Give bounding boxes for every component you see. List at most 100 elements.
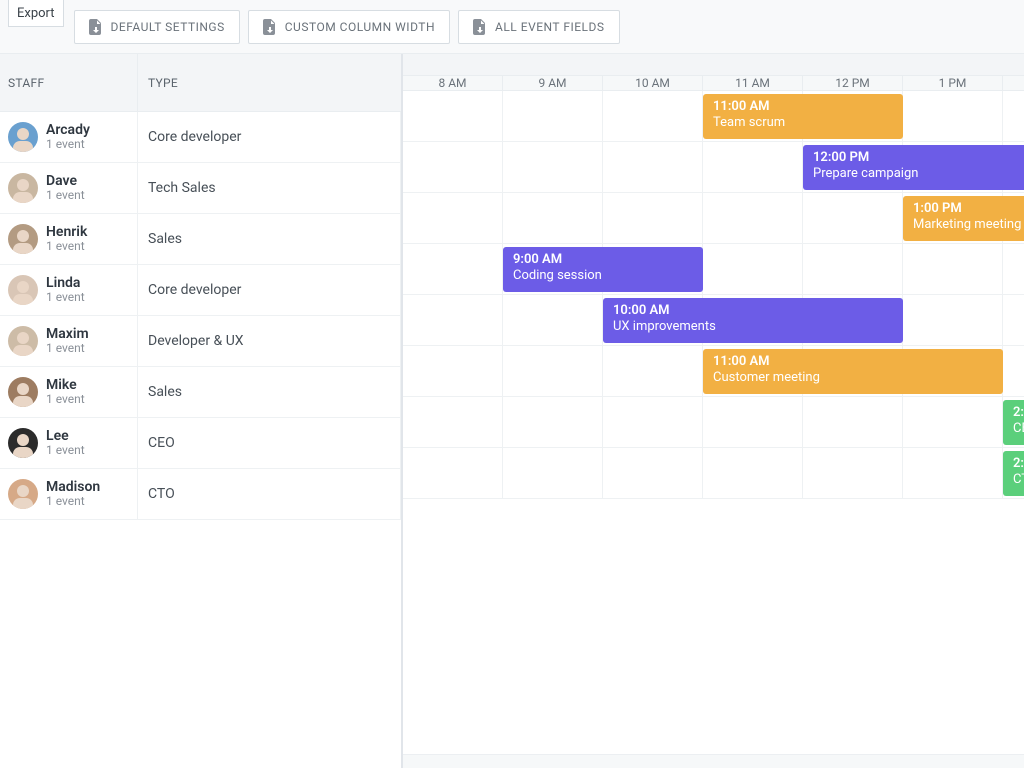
time-header-cell[interactable]: 10 AM: [603, 76, 703, 91]
event[interactable]: 1:00 PMMarketing meeting: [903, 196, 1024, 241]
locked-body: Arcady1 eventCore developerDave1 eventTe…: [0, 112, 401, 520]
staff-cell[interactable]: Arcady1 event: [0, 112, 138, 162]
toolbar: Export DEFAULT SETTINGS CUSTOM COLUMN WI…: [0, 0, 1024, 54]
staff-row: Henrik1 eventSales: [0, 214, 401, 265]
event[interactable]: 2:00 PMCEO briefing: [1003, 400, 1024, 445]
staff-name: Linda: [46, 276, 85, 291]
staff-row: Maxim1 eventDeveloper & UX: [0, 316, 401, 367]
staff-cell[interactable]: Madison1 event: [0, 469, 138, 519]
col-header-staff[interactable]: STAFF: [0, 54, 138, 111]
staff-name: Madison: [46, 480, 100, 495]
staff-name: Lee: [46, 429, 85, 444]
export-icon: [473, 19, 487, 35]
type-cell[interactable]: Core developer: [138, 265, 401, 315]
type-cell[interactable]: Sales: [138, 367, 401, 417]
staff-name: Arcady: [46, 123, 90, 138]
event[interactable]: 11:00 AMCustomer meeting: [703, 349, 1003, 394]
staff-count: 1 event: [46, 240, 87, 253]
default-settings-button[interactable]: DEFAULT SETTINGS: [74, 10, 240, 44]
button-label: ALL EVENT FIELDS: [495, 20, 604, 34]
timeline-row[interactable]: 2:00 PMCTO briefing: [403, 448, 1024, 499]
time-header-cell[interactable]: 12 PM: [803, 76, 903, 91]
avatar: [8, 326, 38, 356]
custom-column-width-button[interactable]: CUSTOM COLUMN WIDTH: [248, 10, 450, 44]
time-header-cell[interactable]: 1 PM: [903, 76, 1003, 91]
staff-count: 1 event: [46, 444, 85, 457]
staff-row: Lee1 eventCEO: [0, 418, 401, 469]
event-time: 12:00 PM: [813, 150, 1024, 166]
type-cell[interactable]: Sales: [138, 214, 401, 264]
event-time: 9:00 AM: [513, 252, 693, 268]
time-header-cell[interactable]: 9 AM: [503, 76, 603, 91]
time-header: 8 AM9 AM10 AM11 AM12 PM1 PM2 PM: [403, 54, 1024, 91]
staff-name: Maxim: [46, 327, 89, 342]
event-time: 10:00 AM: [613, 303, 893, 319]
timeline-row[interactable]: 2:00 PMCEO briefing: [403, 397, 1024, 448]
event-title: Marketing meeting: [913, 217, 1024, 233]
scheduler-grid: STAFF TYPE Arcady1 eventCore developerDa…: [0, 54, 1024, 768]
timeline-row[interactable]: 9:00 AMCoding session: [403, 244, 1024, 295]
staff-count: 1 event: [46, 393, 85, 406]
staff-cell[interactable]: Henrik1 event: [0, 214, 138, 264]
event-title: Prepare campaign: [813, 166, 1024, 182]
staff-name: Henrik: [46, 225, 87, 240]
staff-row: Mike1 eventSales: [0, 367, 401, 418]
staff-name: Mike: [46, 378, 85, 393]
avatar: [8, 275, 38, 305]
export-icon: [263, 19, 277, 35]
event-time: 11:00 AM: [713, 99, 893, 115]
avatar: [8, 173, 38, 203]
time-header-cells: 8 AM9 AM10 AM11 AM12 PM1 PM2 PM: [403, 76, 1024, 91]
event[interactable]: 10:00 AMUX improvements: [603, 298, 903, 343]
staff-row: Linda1 eventCore developer: [0, 265, 401, 316]
event-time: 11:00 AM: [713, 354, 993, 370]
timeline-row[interactable]: 11:00 AMCustomer meeting: [403, 346, 1024, 397]
event-time: 1:00 PM: [913, 201, 1024, 217]
staff-row: Madison1 eventCTO: [0, 469, 401, 520]
event-title: Coding session: [513, 268, 693, 284]
all-event-fields-button[interactable]: ALL EVENT FIELDS: [458, 10, 619, 44]
time-header-cell[interactable]: 8 AM: [403, 76, 503, 91]
staff-cell[interactable]: Dave1 event: [0, 163, 138, 213]
timeline-row[interactable]: 12:00 PMPrepare campaign: [403, 142, 1024, 193]
timeline-panel[interactable]: 8 AM9 AM10 AM11 AM12 PM1 PM2 PM 11:00 AM…: [403, 54, 1024, 768]
staff-row: Dave1 eventTech Sales: [0, 163, 401, 214]
timeline-row[interactable]: 11:00 AMTeam scrum: [403, 91, 1024, 142]
event[interactable]: 2:00 PMCTO briefing: [1003, 451, 1024, 496]
avatar: [8, 377, 38, 407]
staff-cell[interactable]: Linda1 event: [0, 265, 138, 315]
staff-cell[interactable]: Mike1 event: [0, 367, 138, 417]
type-cell[interactable]: CTO: [138, 469, 401, 519]
export-chip[interactable]: Export: [8, 0, 64, 27]
event[interactable]: 12:00 PMPrepare campaign: [803, 145, 1024, 190]
event-title: UX improvements: [613, 319, 893, 335]
avatar: [8, 122, 38, 152]
export-icon: [89, 19, 103, 35]
event-time: 2:00 PM: [1013, 405, 1024, 421]
event-time: 2:00 PM: [1013, 456, 1024, 472]
timeline-row[interactable]: 1:00 PMMarketing meeting: [403, 193, 1024, 244]
button-label: DEFAULT SETTINGS: [111, 20, 225, 34]
event-title: CEO briefing: [1013, 421, 1024, 437]
event[interactable]: 11:00 AMTeam scrum: [703, 94, 903, 139]
timeline-row[interactable]: 10:00 AMUX improvements: [403, 295, 1024, 346]
staff-cell[interactable]: Maxim1 event: [0, 316, 138, 366]
staff-cell[interactable]: Lee1 event: [0, 418, 138, 468]
type-cell[interactable]: Core developer: [138, 112, 401, 162]
col-header-type[interactable]: TYPE: [138, 54, 401, 111]
staff-count: 1 event: [46, 495, 100, 508]
staff-name: Dave: [46, 174, 85, 189]
staff-count: 1 event: [46, 291, 85, 304]
type-cell[interactable]: Tech Sales: [138, 163, 401, 213]
avatar: [8, 428, 38, 458]
locked-columns: STAFF TYPE Arcady1 eventCore developerDa…: [0, 54, 403, 768]
time-header-cell[interactable]: 11 AM: [703, 76, 803, 91]
type-cell[interactable]: Developer & UX: [138, 316, 401, 366]
horizontal-scrollbar[interactable]: [403, 754, 1024, 768]
time-header-cell[interactable]: 2 PM: [1003, 76, 1024, 91]
event[interactable]: 9:00 AMCoding session: [503, 247, 703, 292]
avatar: [8, 479, 38, 509]
type-cell[interactable]: CEO: [138, 418, 401, 468]
timeline-body[interactable]: 11:00 AMTeam scrum 12:00 PMPrepare campai…: [403, 91, 1024, 499]
scheduler-app: Export DEFAULT SETTINGS CUSTOM COLUMN WI…: [0, 0, 1024, 768]
